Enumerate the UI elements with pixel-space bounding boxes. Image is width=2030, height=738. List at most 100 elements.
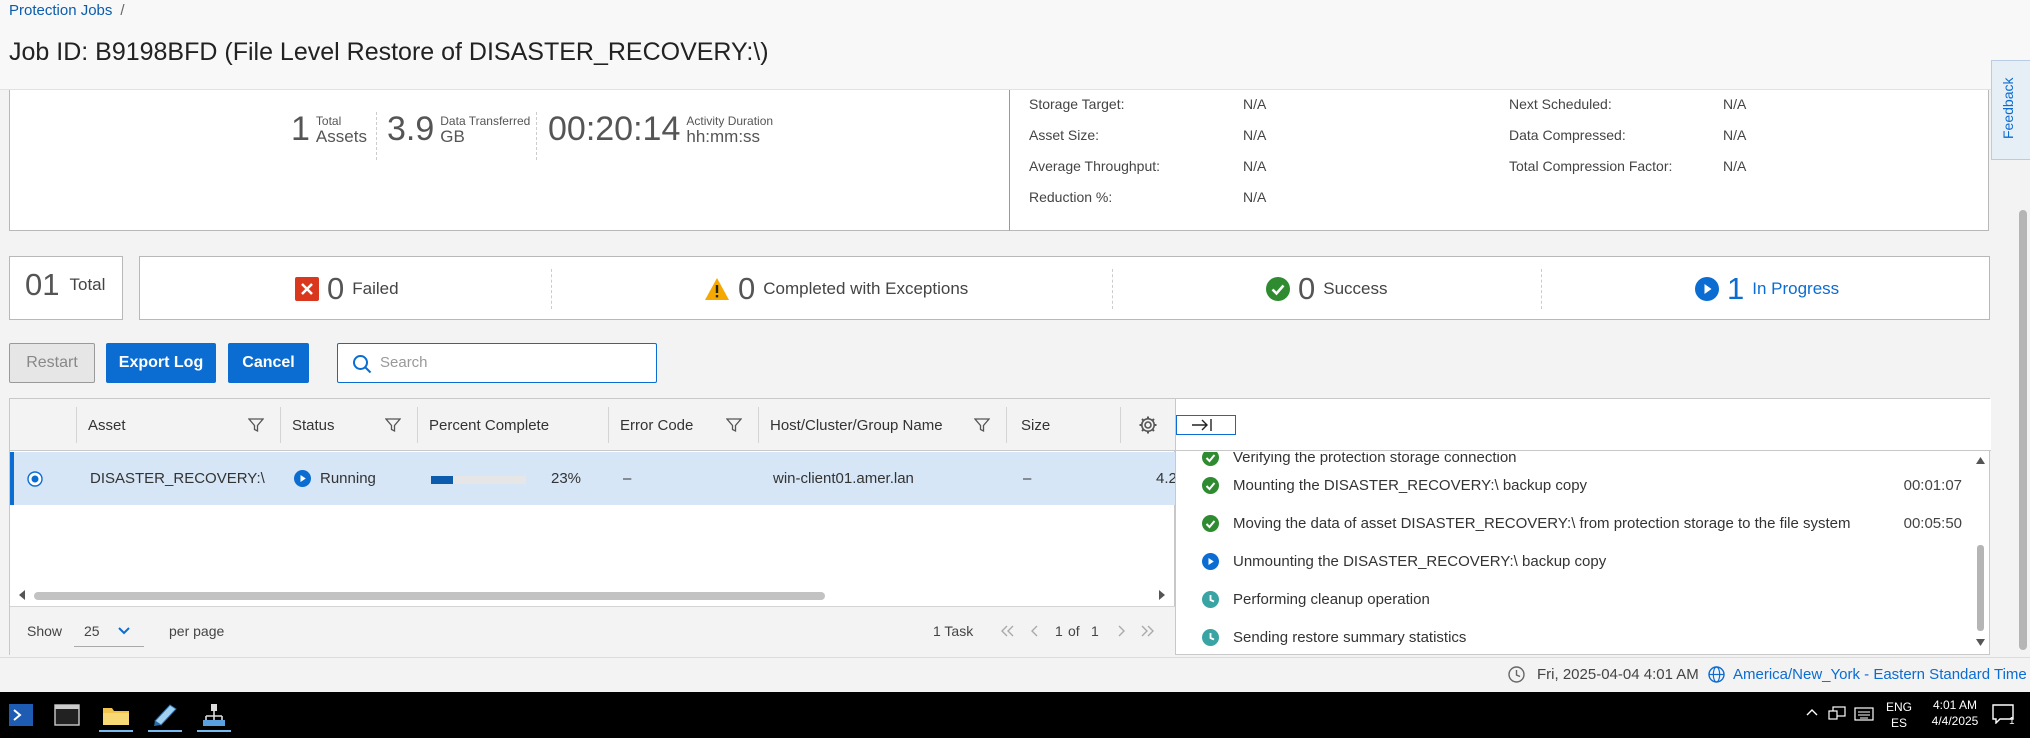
filter-icon[interactable] (726, 417, 742, 433)
job-stats-panel: 1 Total Assets 3.9 Data Transferred GB 00:… (9, 90, 1010, 231)
failed-filter[interactable]: 0 Failed (295, 257, 399, 321)
exceptions-label: Completed with Exceptions (763, 279, 969, 298)
column-header-asset[interactable]: Asset (88, 399, 126, 451)
log-panel-header (1176, 399, 1991, 451)
filter-icon[interactable] (974, 417, 990, 433)
of-label: of (1068, 623, 1080, 639)
export-log-button[interactable]: Export Log (106, 343, 216, 383)
filter-icon[interactable] (248, 417, 264, 433)
cancel-button[interactable]: Cancel (228, 343, 309, 383)
total-label: Total (69, 275, 106, 294)
chevron-up-icon[interactable] (1806, 708, 1818, 716)
next-scheduled-label: Next Scheduled: (1509, 96, 1612, 112)
failed-count: 0 (327, 271, 345, 306)
input-language[interactable]: ENG ES (1882, 699, 1916, 731)
cell-percent: 23% (551, 470, 582, 487)
chevron-down-icon (117, 626, 130, 635)
page-title: Job ID: B9198BFD (File Level Restore of … (9, 38, 769, 66)
search-input[interactable] (378, 353, 638, 372)
success-filter[interactable]: 0 Success (1266, 257, 1388, 321)
data-transferred-label-small: Data Transferred (440, 113, 531, 128)
reduction-label: Reduction %: (1029, 189, 1113, 205)
page-size-select[interactable]: 25 (74, 615, 144, 647)
duration-label: Activity Duration hh:mm:ss (686, 114, 773, 146)
log-entry: Sending restore summary statistics (1202, 618, 1466, 654)
scroll-left-icon[interactable] (18, 590, 26, 600)
success-label: Success (1323, 279, 1388, 298)
log-entry: Performing cleanup operation (1202, 580, 1430, 618)
terminal-icon[interactable] (46, 698, 88, 732)
search-box[interactable] (337, 343, 657, 383)
column-header-status[interactable]: Status (292, 399, 335, 451)
page-size-value: 25 (84, 622, 100, 639)
scroll-up-icon[interactable] (1976, 457, 1985, 464)
asset-size-label: Asset Size: (1029, 127, 1100, 143)
running-icon (294, 470, 311, 487)
gear-icon[interactable] (1138, 415, 1158, 435)
first-page-icon[interactable] (1000, 625, 1014, 637)
tasks-table: Asset Status Percent Complete Error Code… (9, 398, 1176, 656)
keyboard-icon[interactable] (1854, 706, 1874, 722)
in-progress-label: In Progress (1752, 279, 1840, 298)
timezone-link[interactable]: America/New_York - Eastern Standard Time (1733, 666, 2027, 683)
reduction-value: N/A (1243, 189, 1267, 205)
log-scrollbar[interactable] (1977, 545, 1984, 631)
success-icon (1202, 476, 1219, 494)
next-page-icon[interactable] (1117, 625, 1127, 637)
row-radio[interactable] (27, 471, 43, 487)
activity-log-panel: Verifying the protection storage connect… (1175, 398, 1991, 655)
column-header-error-code[interactable]: Error Code (620, 399, 693, 451)
column-header-host[interactable]: Host/Cluster/Group Name (770, 399, 943, 451)
total-pages: 1 (1091, 623, 1099, 639)
total-count: 01 (25, 267, 60, 302)
powershell-icon[interactable] (0, 698, 42, 732)
storage-target-value: N/A (1243, 96, 1267, 112)
compression-factor-label: Total Compression Factor: (1509, 158, 1673, 174)
column-separator (608, 407, 609, 443)
log-text: Mounting the DISASTER_RECOVERY:\ backup … (1233, 476, 1588, 494)
next-scheduled-value: N/A (1723, 96, 1747, 112)
assets-label: Total Assets (316, 114, 367, 145)
task-count: 1 Task (933, 623, 974, 639)
notification-count: 1 (2009, 716, 2015, 727)
clock-icon (1202, 590, 1219, 608)
network-app-icon[interactable] (193, 698, 235, 732)
last-page-icon[interactable] (1141, 625, 1155, 637)
status-bar: Fri, 2025-04-04 4:01 AM America/New_York… (0, 657, 2030, 690)
file-explorer-icon[interactable] (95, 698, 137, 732)
divider (1112, 269, 1113, 309)
notepad-icon[interactable] (144, 698, 186, 732)
column-separator (76, 407, 77, 443)
filter-icon[interactable] (385, 417, 401, 433)
success-count: 0 (1298, 271, 1316, 306)
scroll-right-icon[interactable] (1158, 590, 1166, 600)
feedback-tab[interactable]: Feedback (1991, 60, 2030, 160)
system-clock[interactable]: 4:01 AM 4/4/2025 (1920, 697, 1990, 729)
page-scrollbar[interactable] (2019, 210, 2027, 650)
restart-button[interactable]: Restart (9, 343, 95, 383)
scroll-down-icon[interactable] (1976, 639, 1985, 646)
breadcrumb-separator: / (120, 2, 125, 19)
collapse-panel-button[interactable] (1176, 415, 1236, 435)
in-progress-count: 1 (1727, 271, 1745, 306)
prev-page-icon[interactable] (1029, 625, 1039, 637)
clock-icon (1202, 628, 1219, 646)
progress-bar (431, 476, 526, 484)
data-compressed-label: Data Compressed: (1509, 127, 1626, 143)
column-separator (1120, 407, 1121, 443)
column-header-percent[interactable]: Percent Complete (429, 399, 549, 451)
horizontal-scrollbar[interactable] (34, 592, 825, 600)
in-progress-filter[interactable]: 1 In Progress (1695, 257, 1839, 321)
cell-size: – (1023, 470, 1032, 487)
network-icon[interactable] (1828, 706, 1846, 722)
progress-fill (431, 476, 453, 484)
show-label: Show (27, 623, 63, 639)
cell-asset: DISASTER_RECOVERY:\ (90, 470, 265, 487)
exceptions-filter[interactable]: 0 Completed with Exceptions (704, 257, 968, 321)
duration-unit: hh:mm:ss (686, 126, 761, 146)
column-header-size[interactable]: Size (1021, 399, 1050, 451)
divider (1541, 269, 1542, 309)
breadcrumb-protection-jobs[interactable]: Protection Jobs (9, 2, 112, 19)
compression-factor-value: N/A (1723, 158, 1747, 174)
collapse-right-icon (1191, 418, 1213, 432)
